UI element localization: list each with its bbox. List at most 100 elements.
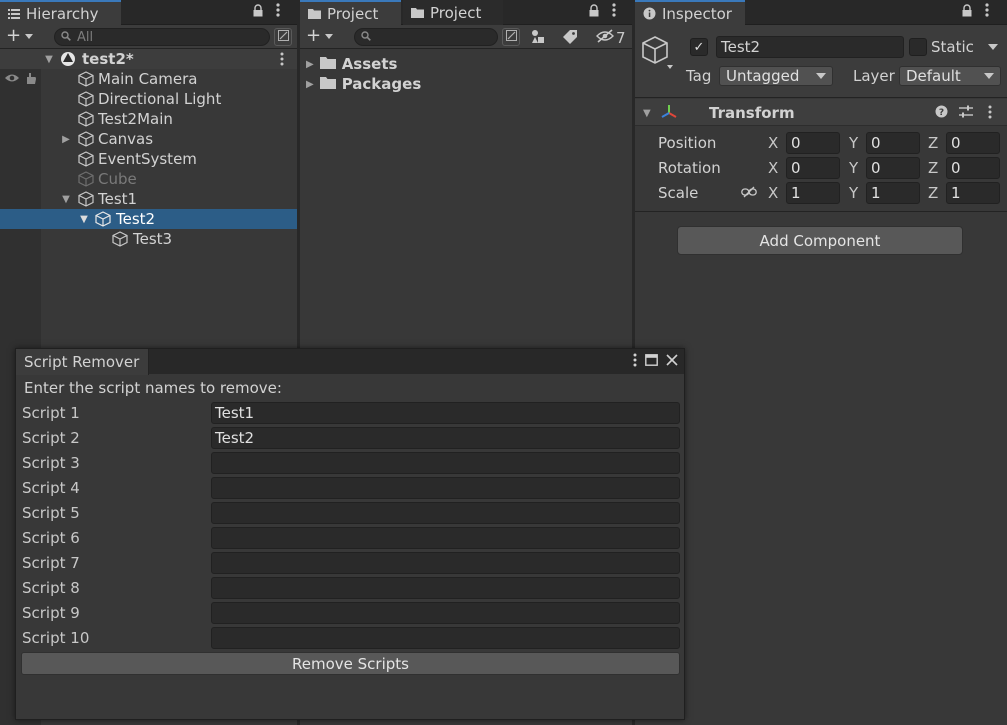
lock-icon[interactable] bbox=[588, 3, 600, 21]
add-component-button[interactable]: Add Component bbox=[677, 226, 963, 255]
tab-project-2[interactable]: Project bbox=[403, 0, 503, 25]
script-name-field[interactable] bbox=[211, 552, 680, 574]
lock-icon[interactable] bbox=[961, 3, 973, 21]
hierarchy-item-label: EventSystem bbox=[98, 150, 197, 168]
scale-y-field[interactable]: 1 bbox=[866, 182, 920, 204]
expand-arrow-icon[interactable]: ▼ bbox=[61, 194, 71, 205]
kebab-menu-icon[interactable] bbox=[612, 3, 616, 21]
static-checkbox[interactable] bbox=[909, 38, 927, 56]
position-y-field[interactable]: 0 bbox=[866, 132, 920, 154]
layer-dropdown[interactable]: Default bbox=[899, 66, 1001, 86]
close-icon[interactable] bbox=[666, 354, 678, 370]
tab-script-remover-label: Script Remover bbox=[24, 353, 140, 371]
tag-value: Untagged bbox=[726, 67, 800, 85]
script-label: Script 3 bbox=[22, 454, 80, 472]
axis-y-label: Y bbox=[849, 184, 859, 202]
scene-name: test2* bbox=[82, 50, 134, 68]
script-remover-window: Script Remover Enter the script names to… bbox=[15, 348, 685, 720]
component-kebab-icon[interactable] bbox=[988, 105, 992, 123]
expand-arrow-right-icon[interactable]: ▶ bbox=[61, 134, 71, 145]
position-x-field[interactable]: 0 bbox=[786, 132, 840, 154]
hierarchy-item-selected[interactable]: ▼ Test2 bbox=[0, 209, 297, 229]
scene-row[interactable]: ▼ test2* bbox=[0, 49, 297, 69]
hierarchy-search-input[interactable]: All bbox=[54, 28, 270, 46]
kebab-menu-icon[interactable] bbox=[276, 3, 280, 21]
script-name-field[interactable] bbox=[211, 627, 680, 649]
kebab-menu-icon[interactable] bbox=[633, 353, 637, 371]
gameobject-icon-selector[interactable] bbox=[641, 35, 681, 77]
create-asset-dropdown-button[interactable]: + bbox=[306, 27, 334, 45]
script-name-field[interactable]: Test2 bbox=[211, 427, 680, 449]
tab-project-1[interactable]: Project bbox=[300, 0, 401, 25]
scene-kebab-icon[interactable] bbox=[280, 52, 284, 70]
hierarchy-toolbar: + All bbox=[0, 25, 297, 49]
static-dropdown-caret-icon[interactable] bbox=[988, 44, 998, 50]
project-search-input[interactable] bbox=[354, 28, 498, 46]
filter-by-type-icon[interactable] bbox=[530, 29, 546, 49]
rotation-x-field[interactable]: 0 bbox=[786, 157, 840, 179]
position-z-field[interactable]: 0 bbox=[946, 132, 1000, 154]
hierarchy-item[interactable]: ▼ Test1 bbox=[0, 189, 297, 209]
expand-arrow-icon[interactable]: ▼ bbox=[79, 214, 89, 225]
expand-arrow-icon[interactable]: ▼ bbox=[643, 108, 651, 119]
project-folder-packages[interactable]: ▶ Packages bbox=[306, 75, 421, 93]
lock-icon[interactable] bbox=[252, 3, 264, 21]
rotation-y-field[interactable]: 0 bbox=[866, 157, 920, 179]
eye-icon[interactable] bbox=[4, 72, 20, 89]
hierarchy-item[interactable]: Test3 bbox=[0, 229, 297, 249]
kebab-menu-icon[interactable] bbox=[985, 3, 989, 21]
expand-arrow-right-icon[interactable]: ▶ bbox=[306, 59, 314, 70]
script-row: Script 9 bbox=[16, 601, 684, 626]
tag-dropdown[interactable]: Untagged bbox=[719, 66, 833, 86]
hierarchy-item[interactable]: ▶ Canvas bbox=[0, 129, 297, 149]
hidden-packages-toggle[interactable]: 7 bbox=[596, 29, 626, 47]
script-name-field[interactable] bbox=[211, 452, 680, 474]
scale-label: Scale bbox=[658, 184, 699, 202]
help-icon[interactable]: ? bbox=[935, 105, 948, 122]
gameobject-cube-icon bbox=[95, 211, 111, 231]
tab-script-remover[interactable]: Script Remover bbox=[16, 349, 149, 375]
script-label: Script 5 bbox=[22, 504, 80, 522]
rotation-z-field[interactable]: 0 bbox=[946, 157, 1000, 179]
script-name-field[interactable] bbox=[211, 527, 680, 549]
script-name-field[interactable] bbox=[211, 477, 680, 499]
scene-visibility-button[interactable] bbox=[274, 28, 292, 46]
presets-sliders-icon[interactable] bbox=[959, 105, 973, 122]
script-name-field[interactable] bbox=[211, 577, 680, 599]
project-folder-assets[interactable]: ▶ Assets bbox=[306, 55, 397, 73]
gameobject-name-field[interactable]: Test2 bbox=[716, 36, 904, 58]
create-dropdown-button[interactable]: + bbox=[6, 27, 34, 45]
hierarchy-item[interactable]: Directional Light bbox=[0, 89, 297, 109]
hierarchy-item[interactable]: Cube bbox=[0, 169, 297, 189]
transform-component-header[interactable]: ▼ Transform ? bbox=[635, 99, 1007, 126]
rotation-x-value: 0 bbox=[791, 159, 801, 177]
active-checkbox[interactable]: ✓ bbox=[690, 38, 708, 56]
tab-hierarchy[interactable]: Hierarchy bbox=[0, 0, 121, 25]
constrain-proportions-link-icon[interactable] bbox=[741, 186, 757, 202]
script-name-field[interactable]: Test1 bbox=[211, 402, 680, 424]
pick-hand-icon[interactable] bbox=[24, 72, 37, 89]
scale-x-field[interactable]: 1 bbox=[786, 182, 840, 204]
scale-z-field[interactable]: 1 bbox=[946, 182, 1000, 204]
script-name-field[interactable] bbox=[211, 502, 680, 524]
tab-inspector[interactable]: Inspector bbox=[635, 0, 745, 25]
filter-by-label-icon[interactable] bbox=[562, 29, 578, 49]
script-remover-instructions: Enter the script names to remove: bbox=[24, 379, 282, 397]
layer-value: Default bbox=[906, 67, 961, 85]
component-title: Transform bbox=[709, 104, 795, 122]
script-row: Script 6 bbox=[16, 526, 684, 551]
hierarchy-item-label: Canvas bbox=[98, 130, 154, 148]
remove-scripts-button[interactable]: Remove Scripts bbox=[21, 652, 680, 675]
search-scene-icon bbox=[277, 29, 289, 45]
expand-arrow-right-icon[interactable]: ▶ bbox=[306, 79, 314, 90]
script-name-field[interactable] bbox=[211, 602, 680, 624]
script-label: Script 2 bbox=[22, 429, 80, 447]
hierarchy-tab-actions bbox=[252, 3, 280, 21]
maximize-icon[interactable] bbox=[645, 354, 658, 370]
hierarchy-item[interactable]: Test2Main bbox=[0, 109, 297, 129]
hierarchy-item[interactable]: Main Camera bbox=[0, 69, 297, 89]
expand-arrow-icon[interactable]: ▼ bbox=[44, 54, 54, 65]
search-scope-button[interactable] bbox=[502, 28, 520, 46]
hierarchy-item[interactable]: EventSystem bbox=[0, 149, 297, 169]
gameobject-cube-icon-inactive bbox=[78, 171, 94, 191]
